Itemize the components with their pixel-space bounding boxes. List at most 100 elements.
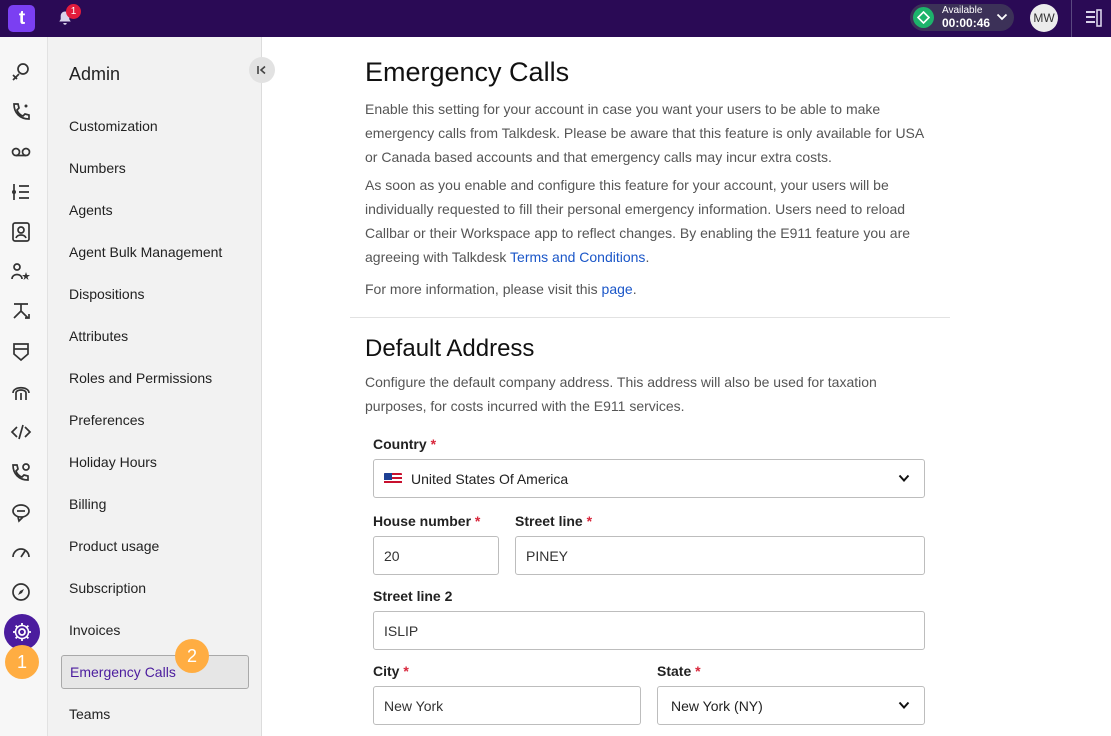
sidebar-item-dispositions[interactable]: Dispositions [61, 277, 249, 311]
rail-flows[interactable] [9, 300, 33, 324]
e911-description: As soon as you enable and configure this… [365, 173, 935, 269]
chevron-down-icon [996, 13, 1008, 21]
shield-icon [13, 343, 29, 362]
rail-chat[interactable] [9, 500, 33, 524]
chat-bubble-icon [12, 504, 30, 523]
sidebar-item-agent-bulk-management[interactable]: Agent Bulk Management [61, 235, 249, 269]
more-info-end: . [632, 281, 637, 297]
flow-icon [13, 303, 30, 319]
top-bar: t 1 Available 00:00:46 MW [0, 0, 1111, 37]
state-value: New York (NY) [671, 697, 763, 714]
street-line-value: PINEY [526, 547, 569, 564]
e911-description-end: . [645, 249, 650, 265]
street-line-input[interactable]: PINEY [515, 536, 925, 575]
app-rail [0, 37, 48, 736]
availability-status[interactable]: Available 00:00:46 [910, 4, 1014, 31]
sidebar-item-emergency-calls[interactable]: Emergency Calls [61, 655, 249, 689]
city-label-text: City [373, 663, 400, 679]
sidebar-title: Admin [69, 64, 121, 84]
street-line-2-value: ISLIP [384, 622, 419, 639]
required-mark: * [403, 663, 409, 679]
country-label-text: Country [373, 436, 427, 452]
city-input[interactable]: New York [373, 686, 641, 725]
street-line-2-input[interactable]: ISLIP [373, 611, 925, 650]
sidebar-item-holiday-hours[interactable]: Holiday Hours [61, 445, 249, 479]
required-mark: * [430, 436, 437, 452]
rail-phone-settings[interactable] [9, 460, 33, 484]
sidebar-item-product-usage[interactable]: Product usage [61, 529, 249, 563]
main-content: Emergency Calls Enable this setting for … [262, 37, 1111, 736]
sidebar-item-invoices[interactable]: Invoices [61, 613, 249, 647]
sidebar-item-billing[interactable]: Billing [61, 487, 249, 521]
step-callout-2: 2 [175, 639, 209, 673]
state-label: State * [657, 663, 701, 679]
sidebar-item-roles-and-permissions[interactable]: Roles and Permissions [61, 361, 249, 395]
talkdesk-logo[interactable]: t [8, 5, 35, 32]
rail-voicemail[interactable] [9, 140, 33, 164]
contacts-icon [12, 222, 30, 242]
available-icon [913, 7, 934, 28]
house-number-value: 20 [384, 547, 400, 564]
required-mark: * [695, 663, 701, 679]
sidebar-item-preferences[interactable]: Preferences [61, 403, 249, 437]
section-description: Configure the default company address. T… [365, 374, 877, 414]
admin-sidebar: Admin Customization Numbers Agents Agent… [48, 37, 275, 736]
house-number-input[interactable]: 20 [373, 536, 499, 575]
logo-text: t [18, 7, 25, 29]
sidebar-item-agents[interactable]: Agents [61, 193, 249, 227]
state-label-text: State [657, 663, 692, 679]
chevron-down-icon [898, 474, 910, 482]
user-avatar[interactable]: MW [1030, 4, 1058, 32]
rail-identity[interactable] [9, 380, 33, 404]
city-value: New York [384, 697, 444, 714]
sidebar-item-customization[interactable]: Customization [61, 109, 249, 143]
city-label: City * [373, 663, 409, 679]
intro-text: Enable this setting for your account in … [365, 101, 924, 165]
country-label: Country * [373, 436, 436, 452]
conversation-icon [12, 63, 29, 81]
phone-gear-icon [12, 463, 30, 481]
page-title: Emergency Calls [365, 57, 570, 87]
rail-conversations[interactable] [9, 60, 33, 84]
country-select[interactable]: United States Of America [373, 459, 925, 498]
list-numbered-icon [12, 184, 29, 200]
section-title: Default Address [365, 335, 535, 362]
team-star-icon [11, 263, 30, 280]
sidebar-item-subscription[interactable]: Subscription [61, 571, 249, 605]
chevron-down-icon [898, 701, 910, 709]
voicemail-icon [11, 147, 31, 157]
rail-developer[interactable] [9, 420, 33, 444]
notification-badge: 1 [66, 4, 81, 19]
status-label: Available [942, 5, 983, 16]
rail-security[interactable] [9, 340, 33, 364]
status-timer: 00:00:46 [942, 16, 991, 30]
rail-list[interactable] [9, 180, 33, 204]
rail-contacts[interactable] [9, 220, 33, 244]
us-flag-icon [384, 472, 402, 485]
street-line-label: Street line * [515, 513, 592, 529]
required-mark: * [474, 513, 481, 529]
rail-team[interactable] [9, 260, 33, 284]
gear-icon [13, 623, 31, 641]
terms-and-conditions-link[interactable]: Terms and Conditions [510, 249, 645, 265]
fingerprint-icon [12, 386, 30, 400]
compass-icon [12, 583, 30, 601]
rail-calls[interactable] [9, 100, 33, 124]
sidebar-item-attributes[interactable]: Attributes [61, 319, 249, 353]
topbar-divider [1071, 0, 1072, 37]
country-value: United States Of America [411, 470, 569, 487]
more-info-page-link[interactable]: page [602, 281, 633, 297]
code-icon [10, 424, 32, 440]
rail-performance[interactable] [9, 540, 33, 564]
phone-sparkle-icon [13, 103, 30, 120]
sidebar-item-teams[interactable]: Teams [61, 697, 249, 731]
more-info-text: For more information, please visit this … [365, 277, 935, 301]
sidebar-item-numbers[interactable]: Numbers [61, 151, 249, 185]
street-line-label-text: Street line [515, 513, 583, 529]
speedometer-icon [12, 548, 30, 558]
rail-explore[interactable] [9, 580, 33, 604]
required-mark: * [586, 513, 593, 529]
street-line-2-label: Street line 2 [373, 588, 453, 604]
state-select[interactable]: New York (NY) [657, 686, 925, 725]
side-panel-icon[interactable] [1085, 9, 1103, 27]
